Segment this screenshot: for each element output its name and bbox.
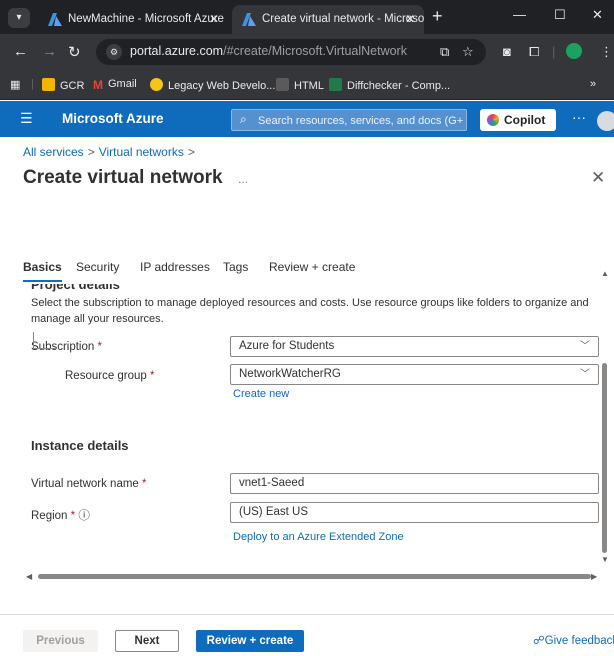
project-details-description: Select the subscription to manage deploy… (31, 297, 589, 325)
scroll-down-arrow-icon[interactable]: ▼ (601, 555, 609, 564)
global-search[interactable]: ⌕ (231, 109, 467, 131)
resource-group-label: Resource group * (65, 370, 155, 382)
reload-icon[interactable]: ↻ (68, 43, 81, 61)
legacy-web-icon (150, 78, 163, 91)
bookmarks-divider: | (31, 78, 34, 90)
apps-grid-icon[interactable]: ▦ (10, 78, 20, 91)
resource-group-select[interactable]: NetworkWatcherRG ﹀ (230, 364, 599, 385)
back-arrow-icon[interactable]: ← (13, 43, 28, 60)
hamburger-menu-icon[interactable]: ☰ (20, 110, 33, 127)
browser-tab-create-vnet[interactable]: Create virtual network - Microso ✕ (232, 5, 424, 34)
extended-zone-link[interactable]: Deploy to an Azure Extended Zone (233, 531, 404, 543)
browser-tab-strip: ▾ NewMachine - Microsoft Azure ✕ Create … (0, 0, 614, 34)
vnet-name-label: Virtual network name * (31, 478, 147, 490)
scroll-left-arrow-icon[interactable]: ◀ (26, 572, 32, 581)
cast-icon[interactable]: ⧉ (440, 44, 449, 60)
form-scroll-region[interactable]: Project details Select the subscription … (0, 284, 614, 582)
header-more-icon[interactable]: ··· (572, 109, 586, 125)
tab-review-create[interactable]: Review + create (269, 260, 355, 280)
close-tab-icon[interactable]: ✕ (405, 5, 415, 34)
previous-button[interactable]: Previous (23, 630, 98, 652)
breadcrumb-virtual-networks[interactable]: Virtual networks (99, 145, 184, 159)
tab-search-icon[interactable]: ▾ (8, 8, 30, 28)
azure-logo-icon (48, 13, 62, 26)
gmail-icon: M (93, 78, 103, 92)
browser-tab-newmachine[interactable]: NewMachine - Microsoft Azure ✕ (38, 5, 228, 34)
bookmark-gcr[interactable]: GCR (42, 78, 84, 92)
maximize-button[interactable]: ☐ (554, 7, 566, 23)
bookmark-gmail[interactable]: M Gmail (93, 78, 137, 92)
gcr-icon (42, 78, 55, 91)
bookmark-diffchecker[interactable]: Diffchecker - Comp... (329, 78, 450, 92)
bookmark-html[interactable]: HTML (276, 78, 324, 92)
breadcrumb-separator: > (187, 145, 195, 159)
chevron-down-icon: ﹀ (580, 341, 590, 352)
vnet-name-input[interactable]: vnet1-Saeed (230, 473, 599, 494)
browser-menu-icon[interactable]: ⋮ (600, 44, 613, 60)
next-button[interactable]: Next (115, 630, 179, 652)
feedback-icon: ☍ (533, 635, 545, 647)
window-close-button[interactable]: ✕ (592, 7, 603, 23)
forward-arrow-icon[interactable]: → (42, 43, 57, 60)
give-feedback-link[interactable]: ☍Give feedback (533, 633, 614, 647)
browser-tab-title: Create virtual network - Microso (262, 13, 424, 25)
breadcrumb-all-services[interactable]: All services (23, 145, 84, 159)
diffchecker-icon (329, 78, 342, 91)
tab-tags[interactable]: Tags (223, 260, 248, 280)
address-bar[interactable]: ⚙ portal.azure.com/#create/Microsoft.Vir… (96, 39, 486, 65)
scroll-up-arrow-icon[interactable]: ▲ (601, 269, 609, 278)
browser-toolbar: ← → ↻ ⚙ portal.azure.com/#create/Microso… (0, 34, 614, 70)
breadcrumb: All services > Virtual networks > (23, 145, 199, 159)
tree-connector (33, 332, 57, 349)
search-input[interactable] (258, 112, 463, 129)
azure-top-bar: ☰ Microsoft Azure ⌕ Copilot ··· (0, 101, 614, 137)
more-bookmarks-button[interactable]: » (590, 78, 596, 90)
close-tab-icon[interactable]: ✕ (209, 5, 219, 34)
scroll-right-arrow-icon[interactable]: ▶ (591, 572, 597, 581)
region-select[interactable]: (US) East US (230, 502, 599, 523)
camera-extension-icon[interactable]: ◙ (503, 44, 511, 59)
copilot-icon (487, 114, 499, 126)
site-info-icon[interactable]: ⚙ (106, 44, 122, 60)
create-new-link[interactable]: Create new (233, 388, 289, 400)
close-blade-button[interactable]: ✕ (591, 168, 605, 188)
copilot-button[interactable]: Copilot (480, 109, 556, 131)
tab-basics[interactable]: Basics (23, 260, 62, 282)
browser-tab-title: NewMachine - Microsoft Azure (68, 13, 224, 25)
azure-logo-icon (242, 13, 256, 26)
title-more-icon[interactable]: ... (238, 172, 248, 186)
bookmark-star-icon[interactable]: ☆ (462, 44, 474, 60)
project-details-heading: Project details (31, 284, 120, 292)
toolbar-divider: | (552, 44, 556, 59)
vertical-scrollbar[interactable]: ▲ ▼ (600, 265, 610, 585)
region-label: Region * ⓘ (31, 510, 90, 522)
tab-security[interactable]: Security (76, 260, 119, 280)
account-avatar[interactable] (597, 111, 614, 131)
info-icon[interactable]: ⓘ (78, 510, 90, 522)
copilot-label: Copilot (504, 113, 546, 127)
address-url: portal.azure.com/#create/Microsoft.Virtu… (130, 44, 407, 58)
instance-details-heading: Instance details (31, 438, 129, 453)
tab-ip-addresses[interactable]: IP addresses (140, 260, 210, 280)
chevron-down-icon: ﹀ (580, 369, 590, 380)
vertical-scroll-thumb[interactable] (602, 363, 607, 553)
new-tab-button[interactable]: + (432, 6, 443, 27)
azure-brand[interactable]: Microsoft Azure (62, 111, 164, 126)
page-title: Create virtual network (23, 167, 223, 188)
profile-avatar-icon[interactable] (566, 43, 582, 59)
html-icon (276, 78, 289, 91)
bookmarks-bar: ▦ | GCR M Gmail Legacy Web Develo... HTML… (0, 70, 614, 100)
horizontal-scrollbar[interactable]: ◀ ▶ (26, 572, 600, 581)
minimize-button[interactable]: — (513, 7, 526, 22)
wizard-footer: Previous Next Review + create ☍Give feed… (0, 614, 614, 656)
bookmark-legacy-web[interactable]: Legacy Web Develo... (150, 78, 275, 92)
review-create-button[interactable]: Review + create (196, 630, 304, 652)
horizontal-scroll-thumb[interactable] (38, 574, 591, 579)
extensions-puzzle-icon[interactable]: ⧠ (529, 44, 539, 60)
search-icon: ⌕ (240, 112, 247, 126)
subscription-select[interactable]: Azure for Students ﹀ (230, 336, 599, 357)
breadcrumb-separator: > (87, 145, 95, 159)
